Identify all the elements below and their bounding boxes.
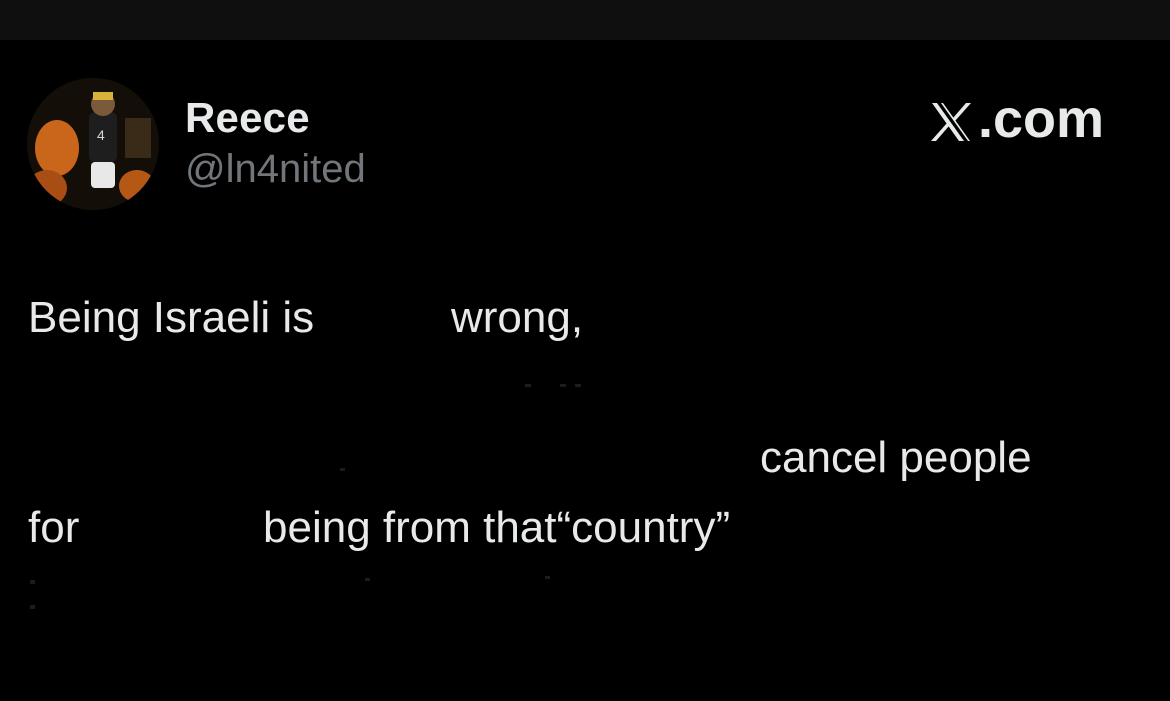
brand-watermark: .com (928, 88, 1104, 150)
x-logo-icon (928, 96, 974, 142)
tweet-text-fragment: for (28, 503, 80, 552)
tweet-text-fragment: Being Israeli is (28, 293, 315, 342)
erased-text-remnant (560, 384, 566, 387)
erased-text-remnant (365, 578, 370, 581)
svg-text:4: 4 (97, 127, 105, 143)
avatar[interactable]: 4 (27, 78, 159, 210)
tweet-text-fragment: being from that“country” (263, 503, 731, 552)
erased-text-remnant (525, 384, 531, 387)
profile-photo-icon: 4 (27, 78, 159, 210)
erased-text-remnant (575, 384, 581, 387)
tweet-text-fragment: wrong, (451, 293, 584, 342)
erased-text-remnant (30, 580, 35, 584)
erased-text-remnant (545, 576, 550, 579)
brand-label: .com (978, 89, 1105, 149)
tweet-text-fragment: cancel people (760, 433, 1032, 482)
erased-text-remnant (30, 605, 35, 609)
erased-text-remnant (340, 468, 345, 471)
top-bar (0, 0, 1170, 40)
user-handle[interactable]: @ln4nited (185, 147, 366, 192)
display-name[interactable]: Reece (185, 94, 310, 142)
tweet-header: 4 Reece @ln4nited .com (0, 40, 1170, 240)
